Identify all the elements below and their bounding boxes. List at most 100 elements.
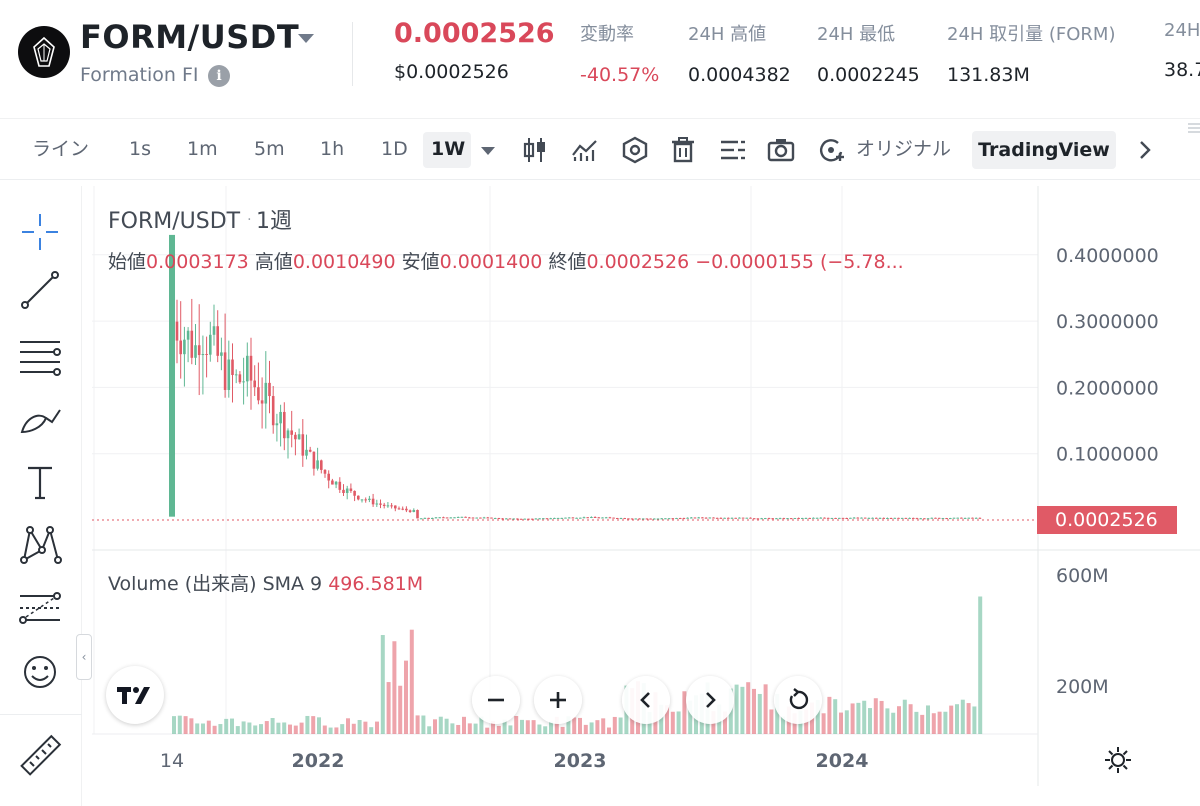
candle-down [271, 396, 275, 426]
volume-bar [821, 713, 826, 734]
candle-up [505, 518, 508, 520]
high-label: 高値 [254, 251, 293, 273]
candle-down [238, 374, 242, 383]
original-chart-icon[interactable] [816, 135, 846, 165]
candle-up [952, 517, 956, 519]
interval-1s[interactable]: 1s [129, 119, 151, 179]
volume-bar [253, 725, 258, 734]
scroll-left-button[interactable] [622, 676, 670, 724]
chevron-right-icon[interactable] [1130, 135, 1160, 165]
tradingview-logo[interactable] [106, 666, 164, 724]
candle-up [305, 449, 308, 456]
candle-down [875, 517, 878, 519]
candle-up [438, 517, 441, 519]
candle-up [653, 518, 656, 520]
candle-up [641, 518, 645, 520]
volume-bar [346, 718, 350, 734]
zoom-in-button[interactable] [534, 676, 582, 724]
candle-up [567, 517, 571, 519]
interval-1m[interactable]: 1m [187, 119, 218, 179]
tradingview-chart-button[interactable]: TradingView [972, 131, 1116, 169]
chart-settings-gear-icon[interactable] [1102, 744, 1134, 776]
interval-5m[interactable]: 5m [254, 119, 285, 179]
candle-down [608, 517, 612, 519]
pair-dropdown-caret-icon[interactable] [298, 34, 314, 43]
original-chart-button[interactable]: オリジナル [856, 119, 951, 179]
candle-up [730, 517, 734, 519]
candle-down [290, 430, 293, 435]
volume-bar [833, 699, 838, 734]
candle-down [468, 517, 471, 519]
volume-bar [676, 711, 681, 734]
reset-chart-button[interactable] [774, 676, 822, 724]
volume-bar [328, 727, 333, 734]
scroll-right-button[interactable] [686, 676, 734, 724]
plus-icon [550, 692, 566, 708]
volume-bar [212, 725, 217, 734]
candle-up [579, 517, 582, 519]
volume-bar [531, 720, 536, 734]
price-axis-label: 0.3000000 [1056, 311, 1159, 333]
volume-bar [960, 699, 965, 734]
zoom-out-button[interactable] [472, 676, 520, 724]
candlestick-type-icon[interactable] [520, 135, 550, 165]
candle-down [390, 505, 393, 507]
interval-1d[interactable]: 1D [381, 119, 408, 179]
candle-down [327, 473, 330, 481]
chart-list-icon[interactable] [718, 135, 748, 165]
volume-bar [293, 725, 298, 734]
ohlc-legend: 始値0.0003173 高値0.0010490 安値0.0001400 終値0.… [108, 247, 968, 274]
candle-down [671, 518, 675, 520]
volume-bar [177, 715, 182, 734]
candle-down [897, 517, 900, 519]
pair-symbol[interactable]: FORM/USDT [80, 18, 299, 56]
volume-bar [288, 724, 292, 734]
candle-down [715, 517, 719, 519]
volume-bar [218, 724, 223, 734]
screenshot-camera-icon[interactable] [766, 135, 796, 165]
chart-symbol: FORM/USDT [108, 209, 241, 234]
candle-up [930, 517, 934, 519]
candle-down [353, 490, 356, 496]
interval-1w[interactable]: 1W [431, 119, 465, 179]
candle-up [564, 517, 567, 519]
volume-bar [241, 721, 246, 734]
interval-dropdown-icon[interactable] [478, 141, 498, 161]
volume-axis-label: 200M [1056, 676, 1109, 698]
candle-up [482, 517, 486, 519]
volume-bar [496, 725, 501, 734]
candle-up [967, 517, 971, 519]
open-value: 0.0003173 [146, 251, 249, 273]
candle-down [471, 517, 475, 519]
candle-up [194, 345, 197, 358]
resize-grip-icon[interactable] [1188, 122, 1200, 134]
candle-up [227, 359, 231, 390]
volume-bar [601, 718, 606, 734]
candle-down [623, 518, 626, 520]
stat-24h-low: 24H 最低 0.0002245 [817, 20, 920, 86]
candle-up [560, 517, 564, 519]
candle-down [257, 387, 260, 401]
settings-hexagon-icon[interactable] [620, 135, 650, 165]
candle-down [756, 518, 760, 520]
volume-bar [456, 724, 461, 734]
candle-up [534, 518, 538, 520]
candle-down [889, 517, 893, 519]
candle-up [690, 517, 693, 519]
volume-bar [891, 712, 896, 734]
close-label: 終値 [548, 251, 587, 273]
delete-drawings-icon[interactable] [668, 135, 698, 165]
volume-bar [763, 684, 768, 734]
volume-bar [897, 706, 901, 734]
candle-up [386, 505, 390, 507]
info-icon[interactable]: i [208, 65, 230, 87]
candle-down [231, 359, 234, 376]
interval-1h[interactable]: 1h [320, 119, 344, 179]
volume-bar [752, 688, 756, 734]
volume-bar [398, 685, 403, 734]
line-chart-button[interactable]: ライン [32, 119, 89, 179]
volume-bar [433, 719, 437, 734]
volume-bar [380, 635, 385, 734]
indicators-icon[interactable] [570, 135, 600, 165]
price-chart[interactable]: 0.4000000 0.3000000 0.2000000 0.1000000 600M… [0, 186, 1200, 806]
